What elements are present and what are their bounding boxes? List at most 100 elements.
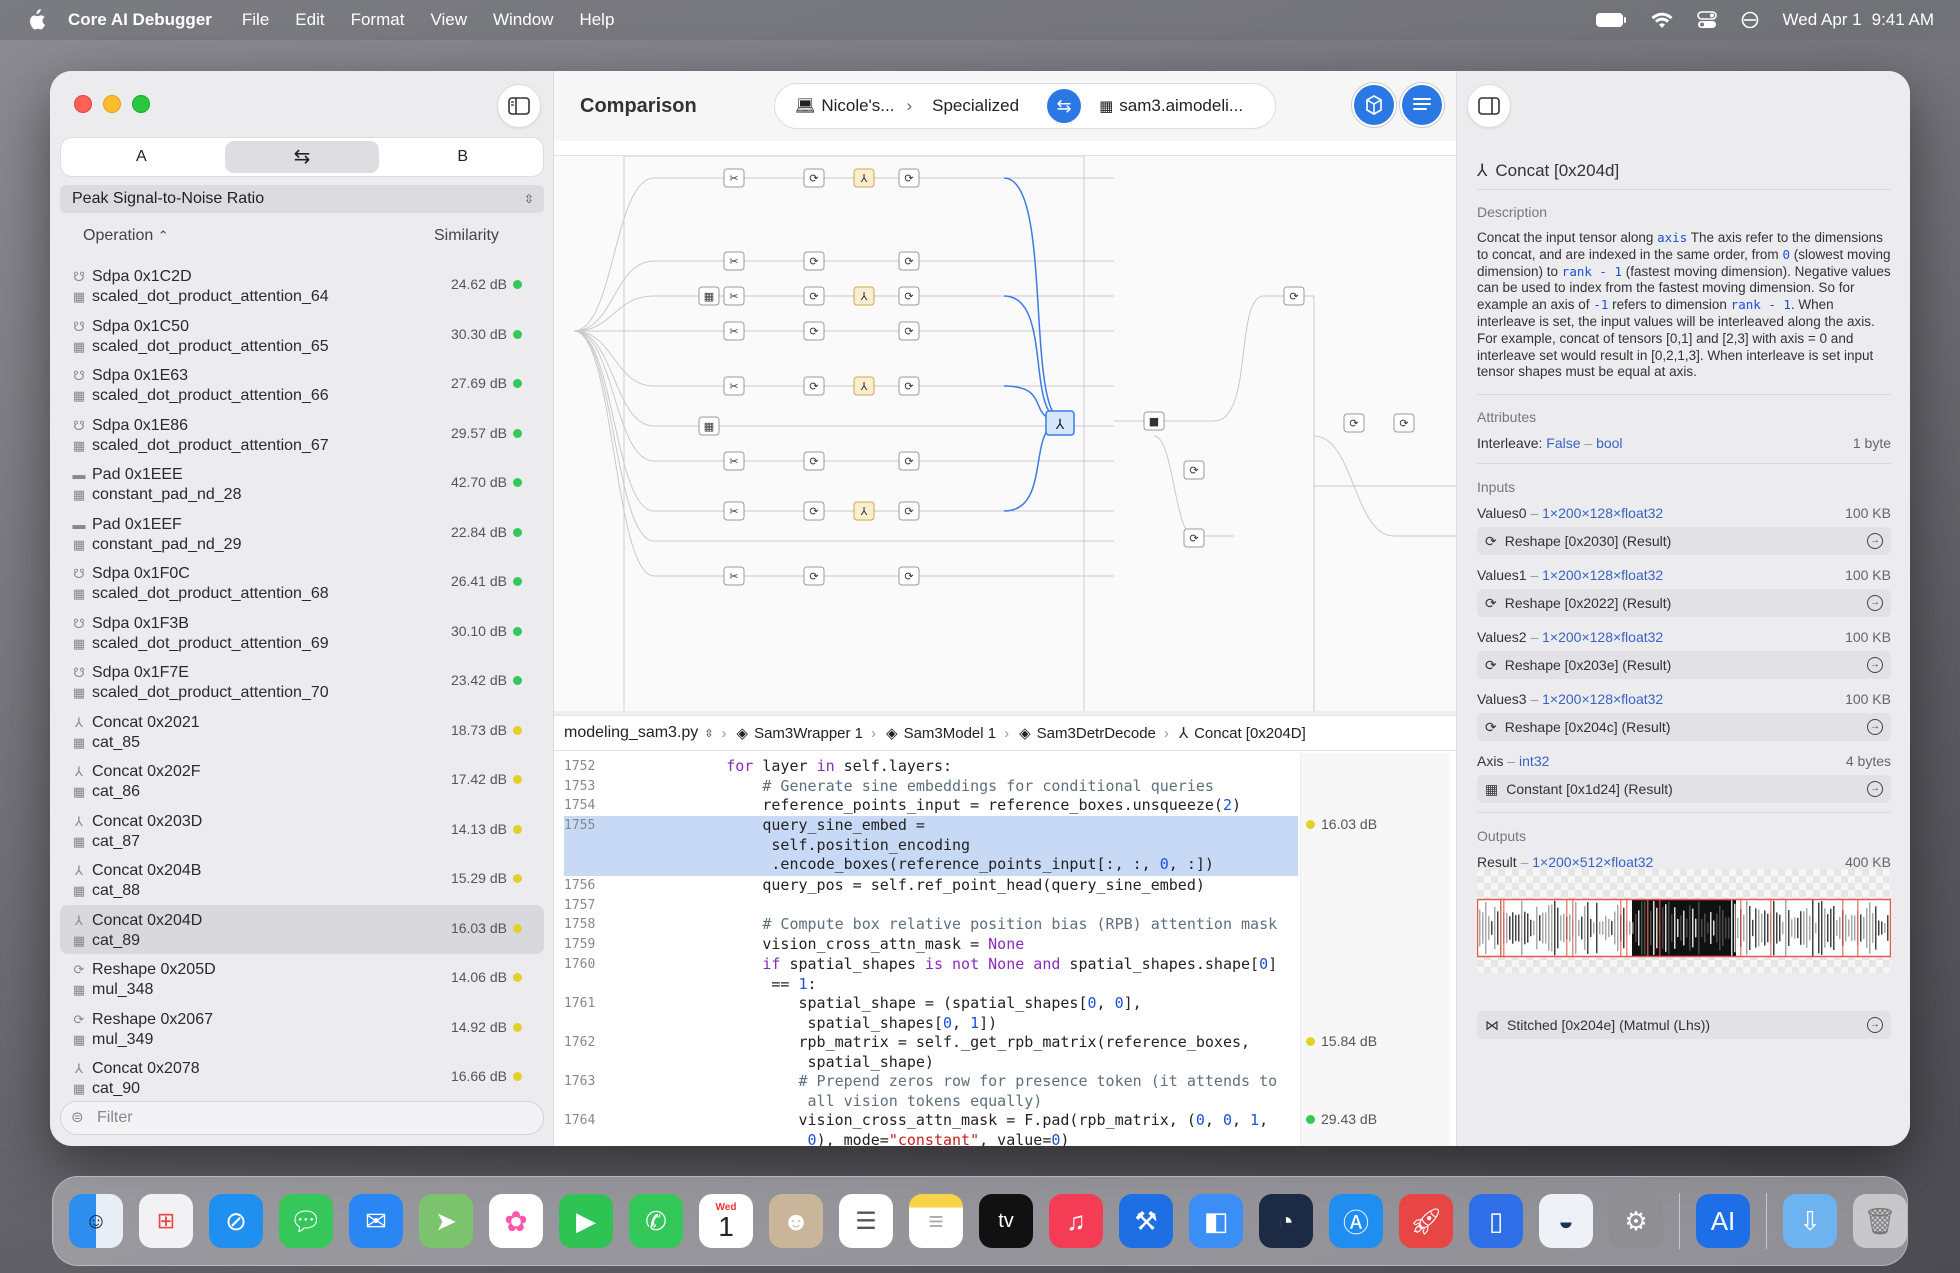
- xcode-icon[interactable]: ⚒: [1119, 1194, 1173, 1248]
- instruments-icon[interactable]: ◔: [1259, 1194, 1313, 1248]
- apple-tv-icon[interactable]: tv: [979, 1194, 1033, 1248]
- operation-row[interactable]: ☋ Sdpa 0x1F0C ▦ scaled_dot_product_attenti…: [60, 558, 544, 608]
- device-crumb[interactable]: 💻︎ Nicole's...: [795, 96, 894, 116]
- calendar-icon[interactable]: Wed 1: [699, 1194, 753, 1248]
- input-source-link[interactable]: ⟳ Reshape [0x203e] (Result) →: [1477, 651, 1891, 679]
- toggle-inspector-button[interactable]: [1467, 84, 1511, 128]
- similarity-column-header[interactable]: Similarity: [434, 227, 499, 245]
- wifi-icon[interactable]: [1651, 12, 1673, 29]
- app-store-icon[interactable]: Ⓐ: [1329, 1194, 1383, 1248]
- menubar-time[interactable]: 9:41 AM: [1872, 10, 1934, 30]
- segment-swap[interactable]: ⇆: [224, 141, 380, 173]
- music-icon[interactable]: ♫: [1049, 1194, 1103, 1248]
- trash-icon[interactable]: 🗑︎: [1853, 1194, 1907, 1248]
- launchpad-icon[interactable]: ⊞: [139, 1194, 193, 1248]
- output-link[interactable]: ⋈ Stitched [0x204e] (Matmul (Lhs)) →: [1477, 1011, 1891, 1039]
- metric-select[interactable]: Peak Signal-to-Noise Ratio ⇳: [60, 185, 544, 213]
- edit-menu[interactable]: Edit: [295, 10, 324, 30]
- preview-stripe: [1785, 899, 1787, 957]
- segment-a[interactable]: A: [64, 141, 219, 173]
- operation-row[interactable]: ☋ Sdpa 0x1C2D ▦ scaled_dot_product_attenti…: [60, 261, 544, 311]
- operation-row[interactable]: ⅄ Concat 0x202F ▦ cat_86 17.42 dB: [60, 756, 544, 806]
- graph-node-glyph: ⅄: [861, 172, 868, 185]
- operation-row[interactable]: ⟳ Reshape 0x2067 ▦ mul_349 14.92 dB: [60, 1004, 544, 1054]
- operation-row[interactable]: ▬ Pad 0x1EEE ▦ constant_pad_nd_28 42.70 dB: [60, 459, 544, 509]
- menubar-date[interactable]: Wed Apr 1: [1783, 10, 1862, 30]
- zoom-button[interactable]: [132, 95, 150, 113]
- operation-column-header[interactable]: Operation ⌃: [83, 227, 169, 245]
- input-source-link[interactable]: ⟳ Reshape [0x2030] (Result) →: [1477, 527, 1891, 555]
- filter-field[interactable]: ⊜ Filter: [60, 1101, 544, 1135]
- operation-row[interactable]: ⅄ Concat 0x2021 ▦ cat_85 18.73 dB: [60, 707, 544, 757]
- operation-row[interactable]: ☋ Sdpa 0x1F3B ▦ scaled_dot_product_attenti…: [60, 608, 544, 658]
- rocket-app-icon[interactable]: 🚀︎: [1399, 1194, 1453, 1248]
- operation-row[interactable]: ☋ Sdpa 0x1E86 ▦ scaled_dot_product_attenti…: [60, 410, 544, 460]
- core-ai-debugger-icon[interactable]: AI: [1696, 1194, 1750, 1248]
- system-settings-icon[interactable]: ⚙: [1609, 1194, 1663, 1248]
- graph-node-glyph: ⟳: [809, 570, 818, 583]
- operation-row[interactable]: ⅄ Concat 0x203D ▦ cat_87 14.13 dB: [60, 806, 544, 856]
- metric-value: Peak Signal-to-Noise Ratio: [72, 190, 265, 207]
- path-crumb-3[interactable]: ◈ Sam3DetrDecode: [1019, 724, 1156, 743]
- operation-row[interactable]: ☋ Sdpa 0x1E63 ▦ scaled_dot_product_attenti…: [60, 360, 544, 410]
- apple-icon[interactable]: [26, 9, 48, 31]
- facetime-icon[interactable]: ▶: [559, 1194, 613, 1248]
- downloads-folder-icon[interactable]: ⇩: [1783, 1194, 1837, 1248]
- operation-row[interactable]: ⅄ Concat 0x2078 ▦ cat_90 16.66 dB: [60, 1053, 544, 1103]
- operation-row[interactable]: ⟳ Reshape 0x205D ▦ mul_348 14.06 dB: [60, 954, 544, 1004]
- attr-size: 1 byte: [1852, 435, 1891, 451]
- graph-view-button[interactable]: [1352, 83, 1396, 127]
- gauge-app-icon[interactable]: ◒: [1539, 1194, 1593, 1248]
- path-crumb-4[interactable]: ⅄ Concat [0x204D]: [1179, 724, 1306, 743]
- simulator-icon[interactable]: ◧: [1189, 1194, 1243, 1248]
- input-source-link[interactable]: ▦ Constant [0x1d24] (Result) →: [1477, 775, 1891, 803]
- format-menu[interactable]: Format: [351, 10, 405, 30]
- minimize-button[interactable]: [103, 95, 121, 113]
- app-name-menu[interactable]: Core AI Debugger: [68, 10, 212, 30]
- operation-row[interactable]: ⅄ Concat 0x204B ▦ cat_88 15.29 dB: [60, 855, 544, 905]
- maps-icon[interactable]: ➤: [419, 1194, 473, 1248]
- control-center-icon[interactable]: [1696, 11, 1717, 29]
- finder-icon[interactable]: ☺: [69, 1194, 123, 1248]
- window-menu[interactable]: Window: [493, 10, 553, 30]
- phone-icon[interactable]: ✆: [629, 1194, 683, 1248]
- input-source-link[interactable]: ⟳ Reshape [0x204c] (Result) →: [1477, 713, 1891, 741]
- preview-stripe: [1638, 910, 1640, 946]
- focus-icon[interactable]: [1741, 11, 1759, 29]
- safari-icon[interactable]: ⊘: [209, 1194, 263, 1248]
- path-crumb-2[interactable]: ◈ Sam3Model 1: [886, 724, 996, 743]
- source-view-button[interactable]: [1400, 83, 1444, 127]
- input-row: Values2 – 1×200×128×float32 100 KB: [1477, 629, 1891, 645]
- model-crumb[interactable]: ▦ sam3.aimodeli...: [1099, 96, 1243, 116]
- close-button[interactable]: [74, 95, 92, 113]
- operation-row[interactable]: ▬ Pad 0x1EEF ▦ constant_pad_nd_29 22.84 dB: [60, 509, 544, 559]
- notes-icon[interactable]: ≡: [909, 1194, 963, 1248]
- path-crumb-1[interactable]: ◈ Sam3Wrapper 1: [737, 724, 864, 743]
- mode-crumb[interactable]: Specialized: [932, 96, 1019, 116]
- operation-row[interactable]: ☋ Sdpa 0x1C50 ▦ scaled_dot_product_attenti…: [60, 311, 544, 361]
- toggle-sidebar-button[interactable]: [497, 84, 541, 128]
- operation-row[interactable]: ⅄ Concat 0x204D ▦ cat_89 16.03 dB: [60, 904, 544, 954]
- help-menu[interactable]: Help: [579, 10, 614, 30]
- grid-icon: ▦: [1099, 98, 1114, 115]
- tensor-preview-image[interactable]: [1477, 869, 1891, 973]
- graph-canvas[interactable]: ✂ ⟳ ⅄ ⟳ ✂ ⟳ ⟳ ✂ ⟳ ⅄ ⟳ ✂ ⟳ ⟳ ✂ ⟳ ⅄ ⟳ ✂ ⟳ ⟳ ✂ ⟳ ⅄ ⟳ ✂ ⟳ ⟳ ▦ ▦ ⅄ ■ ⟳ ⟳ ⟳ ⟳ ⟳: [554, 155, 1456, 715]
- contacts-icon[interactable]: ☻: [769, 1194, 823, 1248]
- segment-b[interactable]: B: [385, 141, 540, 173]
- similarity-value: 22.84 dB: [451, 524, 522, 540]
- photos-icon[interactable]: ✿: [489, 1194, 543, 1248]
- source-code-view[interactable]: 1752 for layer in self.layers: 1753 # Gen…: [554, 753, 1456, 1146]
- device-app-icon[interactable]: ▯: [1469, 1194, 1523, 1248]
- messages-icon[interactable]: 💬︎: [279, 1194, 333, 1248]
- preview-stripe: [1671, 914, 1673, 942]
- file-menu[interactable]: File: [242, 10, 269, 30]
- swap-button[interactable]: ⇆: [1047, 89, 1082, 123]
- reminders-icon[interactable]: ☰: [839, 1194, 893, 1248]
- file-crumb[interactable]: modeling_sam3.py ⇳: [564, 724, 714, 742]
- view-menu[interactable]: View: [430, 10, 467, 30]
- path-crumb-1-label: Sam3Wrapper 1: [754, 724, 864, 742]
- mail-icon[interactable]: ✉: [349, 1194, 403, 1248]
- input-source-link[interactable]: ⟳ Reshape [0x2022] (Result) →: [1477, 589, 1891, 617]
- operation-row[interactable]: ☋ Sdpa 0x1F7E ▦ scaled_dot_product_attenti…: [60, 657, 544, 707]
- battery-icon[interactable]: [1595, 12, 1627, 28]
